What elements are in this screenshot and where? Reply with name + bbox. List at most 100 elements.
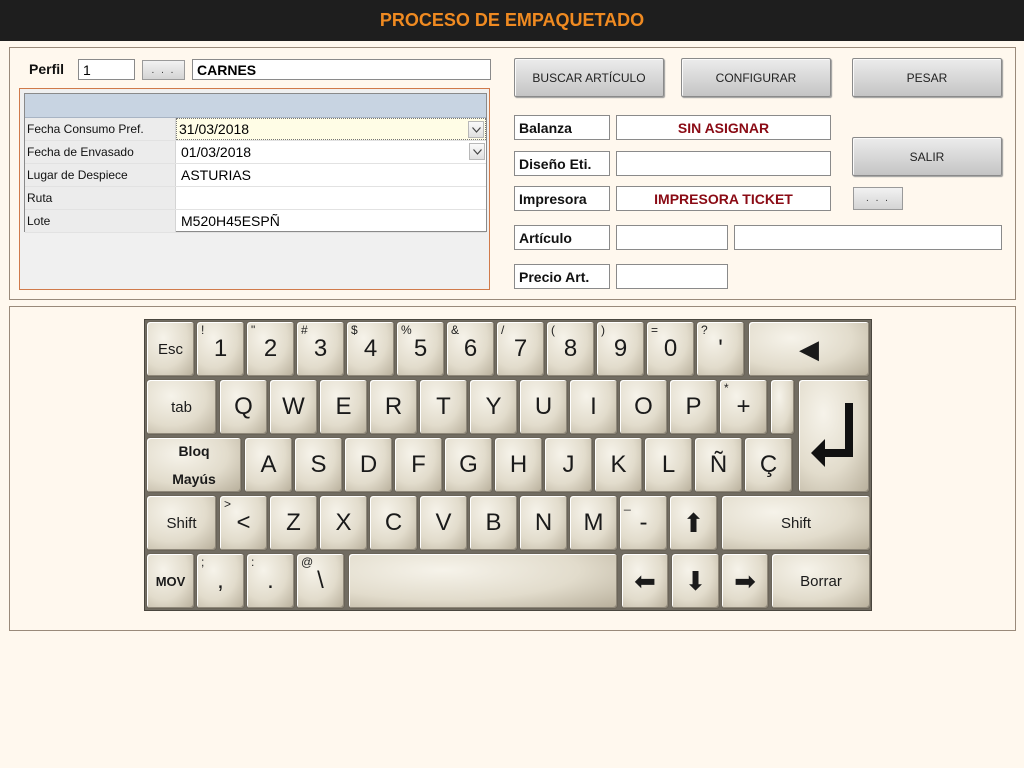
articulo-label: Artículo [514,225,610,250]
key-c[interactable]: C [369,495,418,551]
key-j[interactable]: J [544,437,593,493]
arrow-right-key[interactable]: ➡ [721,553,769,609]
key-o[interactable]: O [619,379,668,435]
key-shift-legend: ? [701,323,708,337]
buscar-articulo-button[interactable]: BUSCAR ARTÍCULO [514,58,664,97]
chevron-down-icon[interactable] [469,143,485,160]
key-esc[interactable]: Esc [146,321,195,377]
salir-button[interactable]: SALIR [852,137,1002,176]
key-s[interactable]: S [294,437,343,493]
pesar-button[interactable]: PESAR [852,58,1002,97]
key-7[interactable]: /7 [496,321,545,377]
profile-name-field[interactable]: CARNES [192,59,491,80]
printer-browse-button[interactable]: . . . [853,187,903,210]
key-i[interactable]: I [569,379,618,435]
key-3[interactable]: #3 [296,321,345,377]
key-v[interactable]: V [419,495,468,551]
key-w[interactable]: W [269,379,318,435]
key-6[interactable]: & 6 [446,321,495,377]
key-g[interactable]: G [444,437,493,493]
key-caps-lock[interactable]: Bloq Mayús [146,437,242,493]
key-l[interactable]: L [644,437,693,493]
key-legend: , [217,567,224,594]
balanza-field: SIN ASIGNAR [616,115,831,140]
key-b[interactable]: B [469,495,518,551]
key-backslash[interactable]: @ \ [296,553,345,609]
key-k[interactable]: K [594,437,643,493]
key-5[interactable]: % 5 [396,321,445,377]
key-t[interactable]: T [419,379,468,435]
configurar-button[interactable]: CONFIGURAR [681,58,831,97]
profile-browse-button[interactable]: . . . [142,60,185,80]
blank-key[interactable] [770,379,795,435]
diseno-label: Diseño Eti. [514,151,610,176]
key-a[interactable]: A [244,437,293,493]
grid-row-value[interactable]: ASTURIAS [176,164,486,186]
key-apostrophe[interactable]: ? ' [696,321,745,377]
backspace-key[interactable]: ◀ [748,321,870,377]
grid-row-value[interactable] [176,187,486,209]
key-d[interactable]: D [344,437,393,493]
grid-row[interactable]: Lote M520H45ESPÑ [25,210,486,233]
key-enye[interactable]: Ñ [694,437,743,493]
key-f[interactable]: F [394,437,443,493]
key-1[interactable]: ! 1 [196,321,245,377]
grid-row[interactable]: Fecha Consumo Pref. 31/03/2018 [25,118,486,141]
key-y[interactable]: Y [469,379,518,435]
key-legend: D [359,451,378,478]
key-period[interactable]: :. [246,553,295,609]
profile-number-field[interactable]: 1 [78,59,135,80]
arrow-left-key[interactable]: ⬅ [621,553,669,609]
key-x[interactable]: X [319,495,368,551]
key-4[interactable]: $4 [346,321,395,377]
key-cedilla[interactable]: Ç [744,437,793,493]
key-tab[interactable]: tab [146,379,217,435]
key-legend: ◀ [799,333,819,364]
key-h[interactable]: H [494,437,543,493]
key-borrar[interactable]: Borrar [771,553,871,609]
grid-row-value[interactable]: 01/03/2018 [176,141,486,163]
key-less-than[interactable]: > < [219,495,268,551]
key-legend: ⬅ [634,565,656,596]
chevron-down-icon[interactable] [468,121,484,138]
space-key[interactable] [348,553,618,609]
key-0[interactable]: = 0 [646,321,695,377]
grid-row[interactable]: Lugar de Despiece ASTURIAS [25,164,486,187]
key-legend: 9 [613,335,628,362]
articulo-name-field [734,225,1002,250]
key-legend: ' [718,335,723,362]
key-8[interactable]: (8 [546,321,595,377]
precio-field [616,264,728,289]
key-legend: 5 [413,335,428,362]
key-legend: 2 [263,335,278,362]
grid-row[interactable]: Fecha de Envasado 01/03/2018 [25,141,486,164]
grid-row-value[interactable]: 31/03/2018 [176,118,486,140]
key-mov[interactable]: MOV [146,553,195,609]
grid-row-value[interactable]: M520H45ESPÑ [176,210,486,232]
key-p[interactable]: P [669,379,718,435]
arrow-up-key[interactable]: ⬆ [669,495,718,551]
key-n[interactable]: N [519,495,568,551]
grid-row[interactable]: Ruta [25,187,486,210]
key-2[interactable]: " 2 [246,321,295,377]
key-plus[interactable]: * + [719,379,768,435]
key-m[interactable]: M [569,495,618,551]
arrow-down-key[interactable]: ⬇ [671,553,720,609]
grid-row-label: Fecha Consumo Pref. [25,118,176,140]
key-legend: B [485,509,502,536]
enter-key[interactable] [798,379,870,493]
top-panel: Perfil 1 . . . CARNES Fecha Consumo Pref… [9,47,1016,300]
key-r[interactable]: R [369,379,418,435]
key-legend: U [534,393,553,420]
key-q[interactable]: Q [219,379,268,435]
key-u[interactable]: U [519,379,568,435]
key-z[interactable]: Z [269,495,318,551]
window-title: PROCESO DE EMPAQUETADO [379,10,645,30]
key-minus[interactable]: _ - [619,495,668,551]
key-comma[interactable]: ;, [196,553,245,609]
key-shift-legend: " [251,323,256,337]
key-shift-left[interactable]: Shift [146,495,217,551]
key-9[interactable]: ) 9 [596,321,645,377]
key-shift-right[interactable]: Shift [721,495,871,551]
key-e[interactable]: E [319,379,368,435]
